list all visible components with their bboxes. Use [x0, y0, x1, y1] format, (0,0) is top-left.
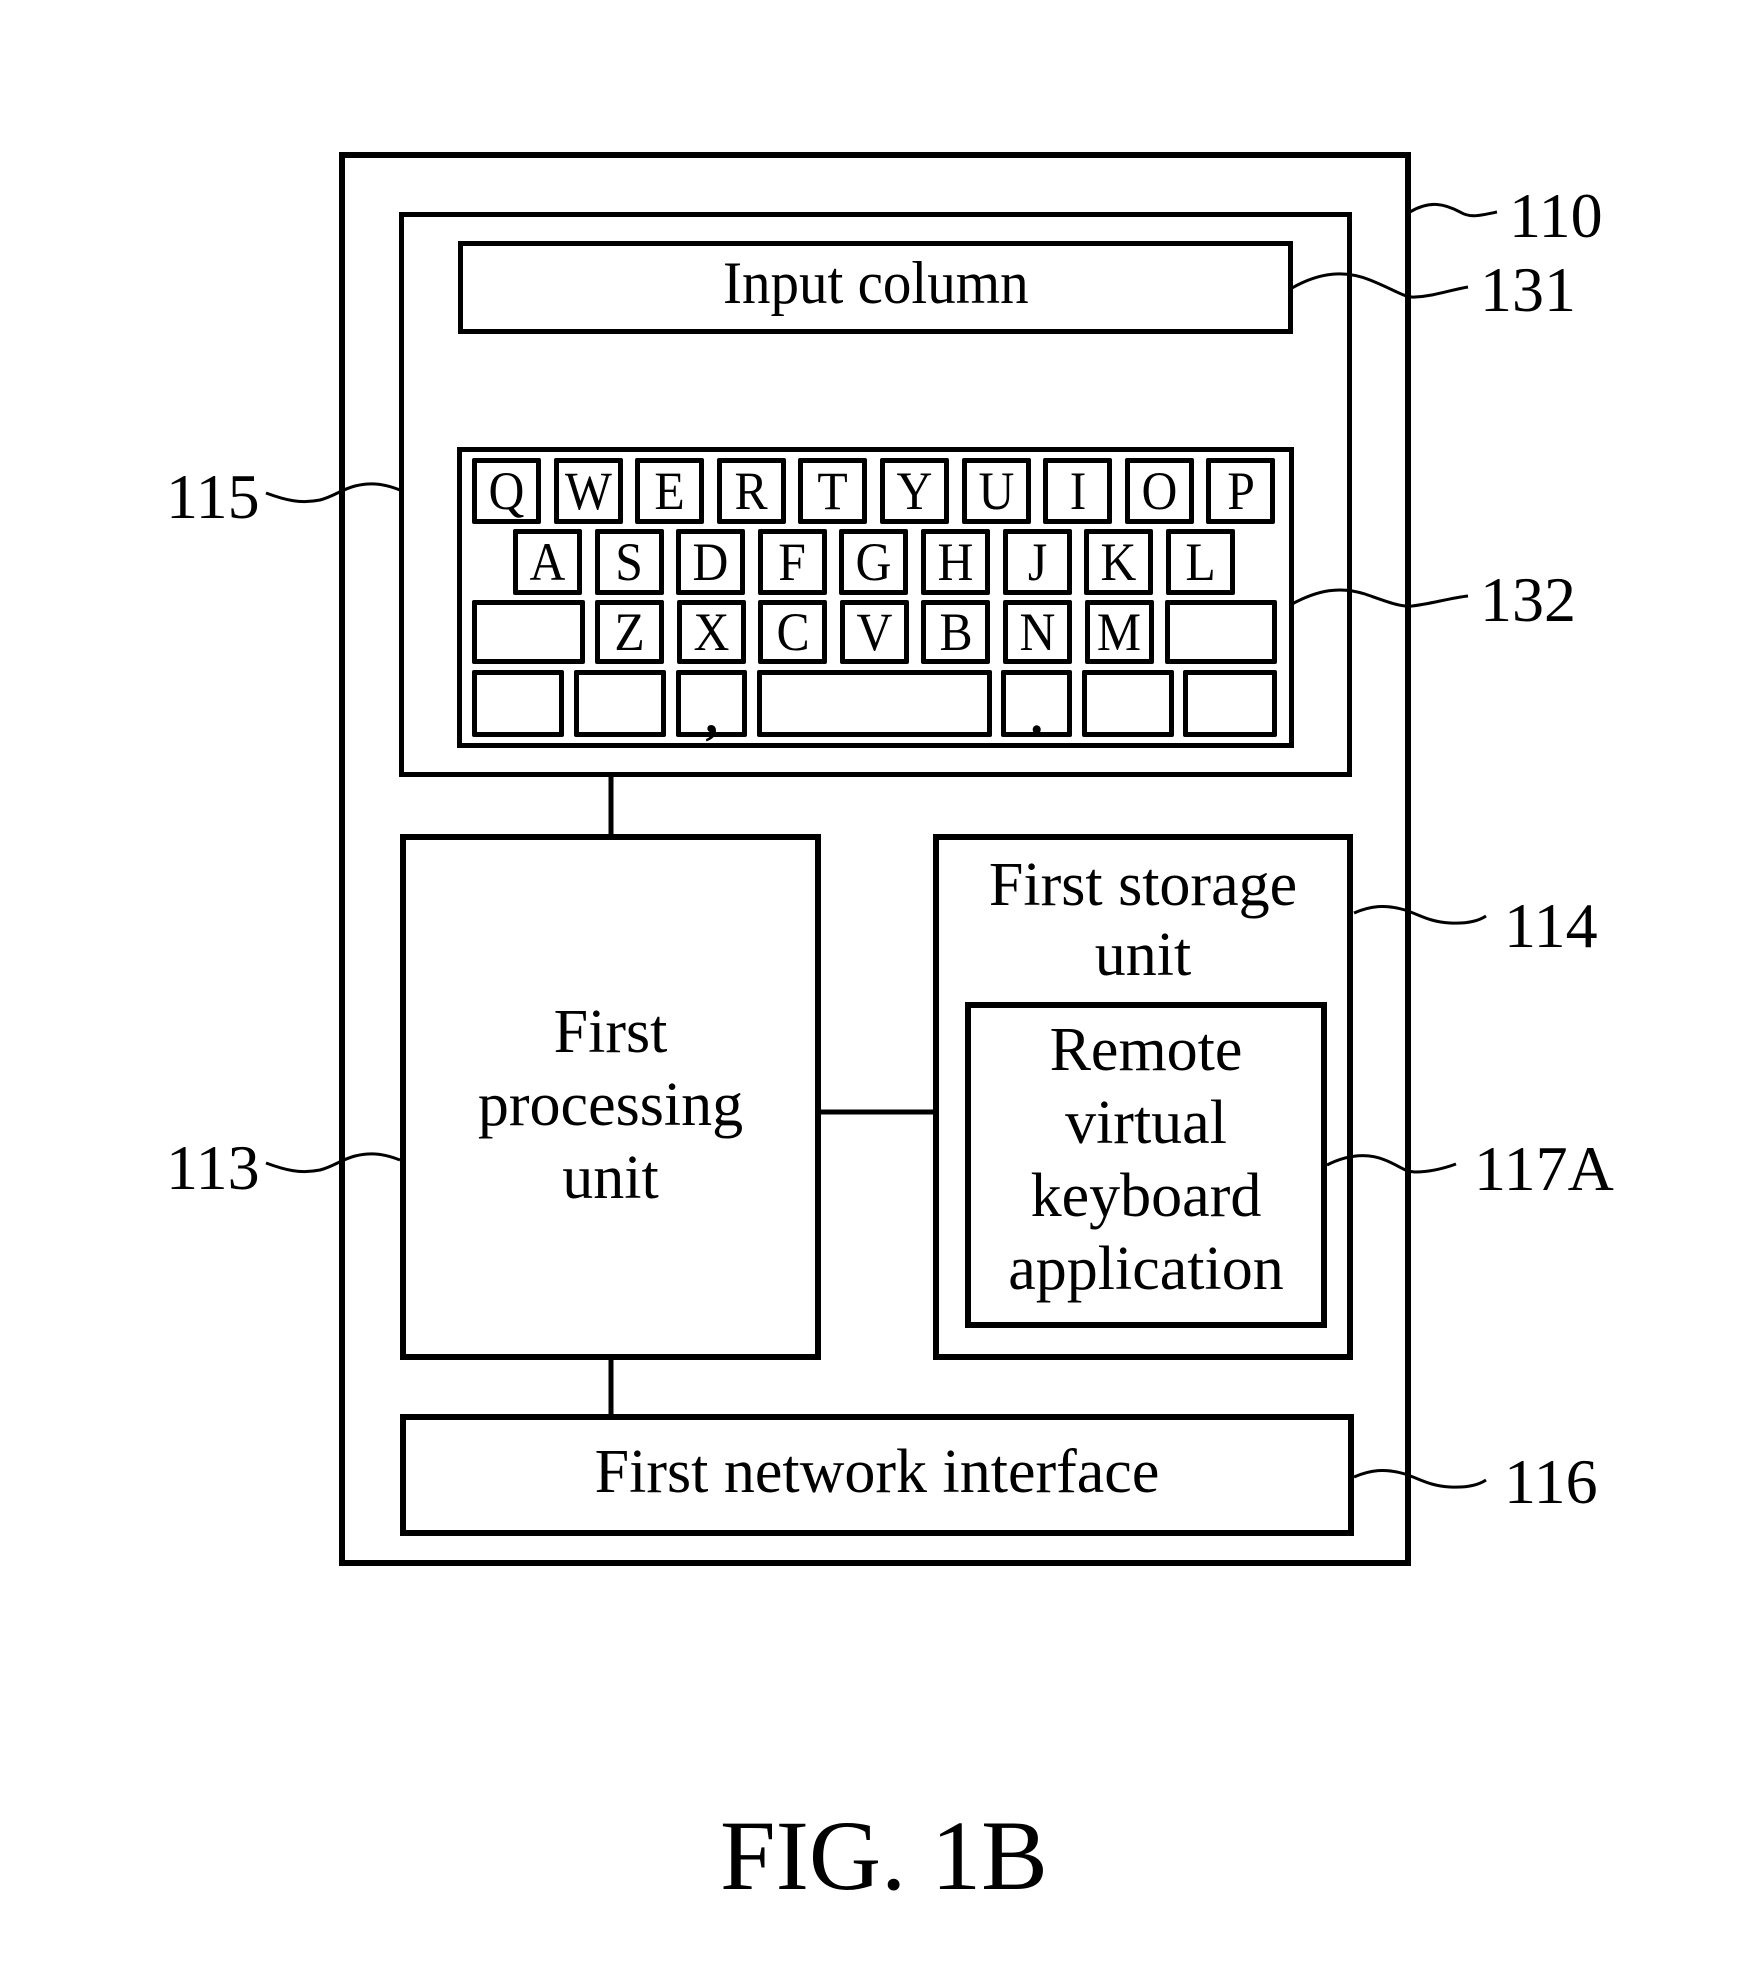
key-w[interactable]: W	[553, 458, 623, 524]
key-m[interactable]: M	[1084, 600, 1154, 664]
key-space[interactable]	[757, 670, 992, 737]
key-blank[interactable]	[472, 600, 585, 664]
key-e[interactable]: E	[635, 458, 705, 524]
processing-line-3: unit	[562, 1143, 659, 1212]
key-label: B	[939, 602, 973, 662]
key-label: P	[1227, 461, 1255, 521]
key-label: ,	[705, 684, 718, 745]
ref-label-113: 113	[166, 1132, 260, 1203]
key-label: U	[978, 461, 1015, 521]
ref-label-110: 110	[1509, 180, 1603, 251]
application-line-1: Remote	[1049, 1016, 1243, 1084]
ref-label-132: 132	[1480, 564, 1576, 635]
key-p[interactable]: P	[1206, 458, 1276, 524]
key-o[interactable]: O	[1124, 458, 1194, 524]
leader-110	[1409, 203, 1498, 218]
key-l[interactable]: L	[1165, 529, 1235, 595]
key-blank[interactable]	[574, 670, 666, 737]
application-label: Remote virtual keyboard application	[970, 1010, 1322, 1310]
key-label: H	[937, 532, 974, 592]
key-label: .	[1030, 684, 1043, 745]
key-comma[interactable]: ,	[676, 670, 747, 742]
key-label: M	[1096, 602, 1142, 662]
storage-line-2: unit	[1094, 921, 1192, 989]
ref-label-116: 116	[1504, 1446, 1598, 1517]
key-c[interactable]: C	[758, 600, 828, 664]
key-label: L	[1185, 532, 1216, 592]
application-line-4: application	[1008, 1235, 1284, 1303]
ref-label-131: 131	[1480, 254, 1576, 325]
processing-line-1: First	[553, 997, 668, 1066]
key-label: Z	[614, 602, 645, 662]
processing-line-2: processing	[477, 1070, 744, 1139]
key-a[interactable]: A	[513, 529, 582, 595]
key-label: Y	[896, 461, 933, 521]
key-blank[interactable]	[1082, 670, 1174, 737]
key-z[interactable]: Z	[595, 600, 664, 664]
key-u[interactable]: U	[961, 458, 1031, 524]
key-r[interactable]: R	[716, 458, 786, 524]
key-label: X	[693, 602, 730, 662]
key-label: I	[1069, 461, 1086, 521]
key-label: J	[1027, 532, 1047, 592]
key-j[interactable]: J	[1002, 529, 1072, 595]
key-y[interactable]: Y	[880, 458, 949, 524]
key-label: N	[1019, 602, 1056, 662]
key-b[interactable]: B	[921, 600, 991, 664]
key-label: F	[778, 532, 807, 592]
input-column-label: Input column	[722, 249, 1029, 316]
network-interface: First network interface	[400, 1414, 1354, 1536]
key-label: Q	[488, 461, 525, 521]
key-blank[interactable]	[472, 670, 564, 737]
application-line-3: keyboard	[1030, 1162, 1262, 1230]
key-period[interactable]: .	[1001, 670, 1072, 742]
key-d[interactable]: D	[676, 529, 746, 595]
key-q[interactable]: Q	[472, 458, 541, 524]
application-line-2: virtual	[1065, 1089, 1227, 1157]
key-label: O	[1141, 461, 1178, 521]
key-label: C	[776, 602, 810, 662]
key-label: T	[817, 461, 849, 521]
key-g[interactable]: G	[839, 529, 909, 595]
key-n[interactable]: N	[1003, 600, 1072, 664]
processing-unit-label: First processing unit	[405, 990, 816, 1220]
key-label: W	[564, 461, 612, 521]
key-t[interactable]: T	[798, 458, 868, 524]
key-label: E	[654, 461, 685, 521]
key-label: V	[856, 602, 893, 662]
key-k[interactable]: K	[1084, 529, 1154, 595]
ref-label-115: 115	[166, 461, 260, 532]
key-label: K	[1100, 532, 1137, 592]
key-h[interactable]: H	[921, 529, 990, 595]
storage-unit-label: First storage unit	[938, 848, 1348, 992]
key-label: R	[734, 461, 768, 521]
figure-caption: FIG. 1B	[720, 1800, 1048, 1911]
key-blank[interactable]	[1183, 670, 1277, 737]
ref-label-117a: 117A	[1474, 1133, 1614, 1204]
key-blank[interactable]	[1165, 600, 1277, 664]
key-label: S	[615, 532, 643, 592]
key-s[interactable]: S	[594, 529, 664, 595]
key-label: D	[692, 532, 729, 592]
key-i[interactable]: I	[1043, 458, 1113, 524]
ref-label-114: 114	[1504, 890, 1598, 961]
key-x[interactable]: X	[676, 600, 746, 664]
key-label: A	[529, 532, 566, 592]
network-interface-label: First network interface	[594, 1438, 1160, 1506]
key-f[interactable]: F	[757, 529, 827, 595]
key-v[interactable]: V	[839, 600, 909, 664]
input-column[interactable]: Input column	[458, 241, 1293, 334]
storage-line-1: First storage	[988, 851, 1298, 919]
key-label: G	[855, 532, 892, 592]
